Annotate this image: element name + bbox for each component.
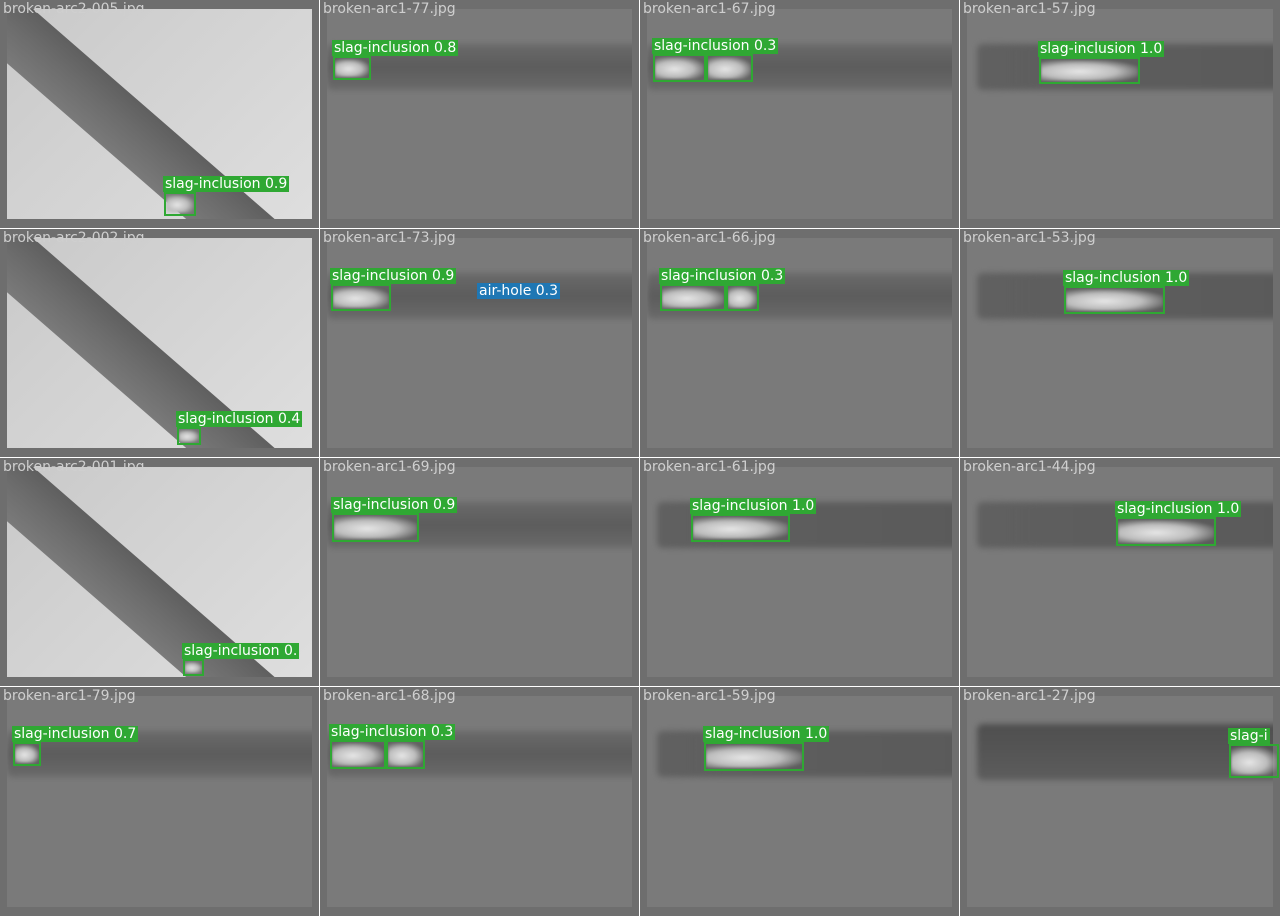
result-tile: broken-arc1-69.jpg slag-inclusion 0.9 [320, 458, 639, 686]
detection-label: slag-inclusion 0.9 [330, 268, 457, 284]
xray-image [967, 467, 1273, 677]
image-filename: broken-arc1-53.jpg [963, 230, 1096, 246]
detection-label: air-hole 0.3 [477, 283, 561, 299]
detection-label: slag-inclusion 1.0 [690, 498, 817, 514]
bounding-box [691, 514, 790, 542]
detection-slag-inclusion: slag-inclusion 0.9 [163, 176, 290, 216]
detection-slag-inclusion: slag-inclusion 0.9 [330, 268, 457, 311]
detection-slag-inclusion: slag-inclusion 1.0 [1115, 501, 1242, 546]
image-filename: broken-arc1-59.jpg [643, 688, 776, 704]
detection-slag-inclusion: slag-inclusion 0.4 [176, 411, 303, 445]
detection-label: slag-inclusion 1.0 [1038, 41, 1165, 57]
detection-slag-inclusion: slag-i [1228, 728, 1279, 778]
result-tile: broken-arc1-59.jpg slag-inclusion 1.0 [640, 687, 959, 916]
bounding-box [333, 56, 371, 80]
bounding-box [660, 284, 726, 311]
result-tile: broken-arc2-005.jpg slag-inclusion 0.9 [0, 0, 319, 228]
detection-label: slag-inclusion 1.0 [1063, 270, 1190, 286]
image-filename: broken-arc1-61.jpg [643, 459, 776, 475]
result-tile: broken-arc1-73.jpg slag-inclusion 0.9 air-… [320, 229, 639, 457]
result-tile: broken-arc2-002.jpg slag-inclusion 0.4 [0, 229, 319, 457]
detection-label: slag-inclusion 0.3 [329, 724, 456, 740]
result-tile: broken-arc1-53.jpg slag-inclusion 1.0 [960, 229, 1280, 457]
detection-label: slag-inclusion 0.4 [176, 411, 303, 427]
bounding-box [13, 742, 41, 766]
result-tile: broken-arc1-61.jpg slag-inclusion 1.0 [640, 458, 959, 686]
bounding-box [386, 740, 425, 769]
detection-slag-inclusion: slag-inclusion 0.8 [332, 40, 459, 80]
bounding-box [704, 742, 804, 771]
detection-label: slag-inclusion 1.0 [1115, 501, 1242, 517]
bounding-box [164, 192, 196, 216]
result-tile: broken-arc1-79.jpg slag-inclusion 0.7 [0, 687, 319, 916]
image-filename: broken-arc2-001.jpg [3, 459, 145, 475]
detection-slag-inclusion: slag-inclusion 0.7 [12, 726, 139, 766]
detection-slag-inclusion: slag-inclusion 1.0 [690, 498, 817, 542]
image-filename: broken-arc1-66.jpg [643, 230, 776, 246]
bounding-box [1064, 286, 1165, 314]
detection-slag-inclusion [386, 740, 425, 769]
detection-slag-inclusion: slag-inclusion 0. [182, 643, 300, 676]
detection-label: slag-inclusion 1.0 [703, 726, 830, 742]
detection-label: slag-i [1228, 728, 1270, 744]
detection-slag-inclusion: slag-inclusion 1.0 [703, 726, 830, 771]
image-filename: broken-arc2-002.jpg [3, 230, 145, 246]
detection-label: slag-inclusion 0. [182, 643, 300, 659]
detection-label: slag-inclusion 0.9 [163, 176, 290, 192]
image-filename: broken-arc1-57.jpg [963, 1, 1096, 17]
detection-label: slag-inclusion 0.9 [331, 497, 458, 513]
bounding-box [183, 659, 204, 676]
result-tile: broken-arc1-27.jpg slag-i [960, 687, 1280, 916]
bounding-box [1116, 517, 1216, 546]
detection-slag-inclusion [726, 284, 759, 311]
bounding-box [1229, 744, 1279, 778]
bounding-box [330, 740, 386, 769]
image-filename: broken-arc2-005.jpg [3, 1, 145, 17]
image-filename: broken-arc1-73.jpg [323, 230, 456, 246]
detection-label: slag-inclusion 0.8 [332, 40, 459, 56]
detection-slag-inclusion: slag-inclusion 1.0 [1063, 270, 1190, 314]
detection-label: slag-inclusion 0.3 [659, 268, 786, 284]
detection-label: slag-inclusion 0.7 [12, 726, 139, 742]
detection-label: slag-inclusion 0.3 [652, 38, 779, 54]
result-tile: broken-arc1-66.jpg slag-inclusion 0.3 [640, 229, 959, 457]
bounding-box [726, 284, 759, 311]
image-filename: broken-arc1-77.jpg [323, 1, 456, 17]
detection-slag-inclusion: slag-inclusion 0.3 [652, 38, 779, 82]
result-tile: broken-arc1-57.jpg slag-inclusion 1.0 [960, 0, 1280, 228]
bounding-box [177, 427, 201, 445]
detection-slag-inclusion: slag-inclusion 0.9 [331, 497, 458, 542]
image-filename: broken-arc1-27.jpg [963, 688, 1096, 704]
bounding-box [653, 54, 706, 82]
detection-slag-inclusion: slag-inclusion 0.3 [659, 268, 786, 311]
image-filename: broken-arc1-79.jpg [3, 688, 136, 704]
detection-results-grid: broken-arc2-005.jpg slag-inclusion 0.9 bro… [0, 0, 1280, 916]
bounding-box [332, 513, 419, 542]
result-tile: broken-arc1-77.jpg slag-inclusion 0.8 [320, 0, 639, 228]
bounding-box [706, 54, 753, 82]
image-filename: broken-arc1-67.jpg [643, 1, 776, 17]
bounding-box [1039, 57, 1140, 84]
result-tile: broken-arc1-44.jpg slag-inclusion 1.0 [960, 458, 1280, 686]
result-tile: broken-arc1-68.jpg slag-inclusion 0.3 [320, 687, 639, 916]
bounding-box [331, 284, 391, 311]
result-tile: broken-arc2-001.jpg slag-inclusion 0. [0, 458, 319, 686]
detection-slag-inclusion [706, 54, 753, 82]
result-tile: broken-arc1-67.jpg slag-inclusion 0.3 [640, 0, 959, 228]
image-filename: broken-arc1-68.jpg [323, 688, 456, 704]
detection-slag-inclusion: slag-inclusion 0.3 [329, 724, 456, 769]
image-filename: broken-arc1-44.jpg [963, 459, 1096, 475]
image-filename: broken-arc1-69.jpg [323, 459, 456, 475]
detection-slag-inclusion: slag-inclusion 1.0 [1038, 41, 1165, 84]
